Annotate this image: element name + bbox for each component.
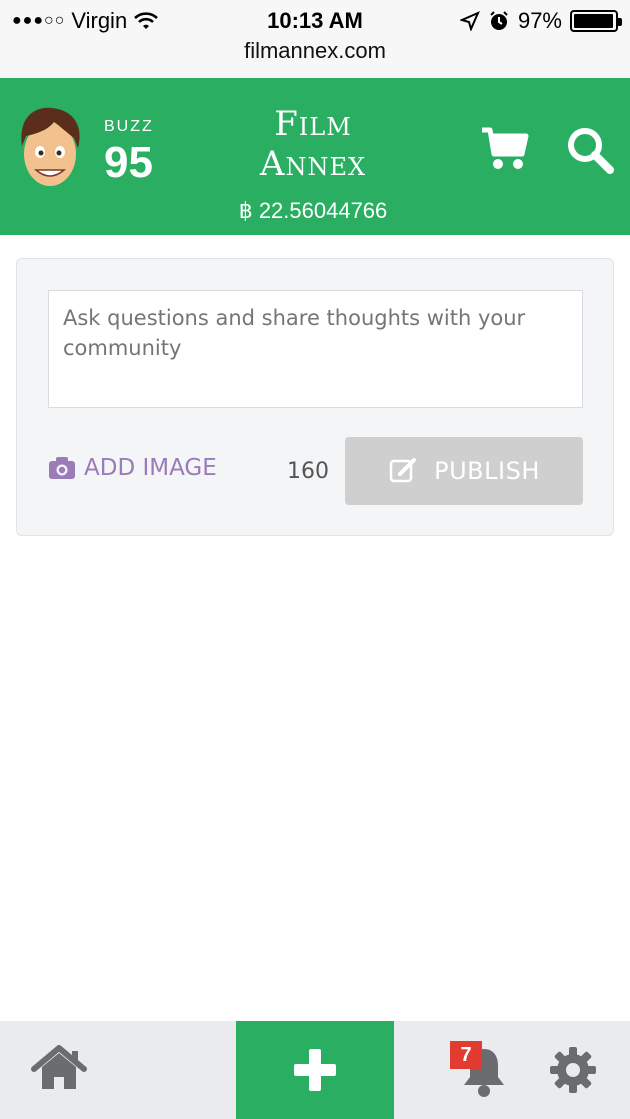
edit-icon <box>389 458 417 483</box>
battery-percent: 97% <box>517 8 562 33</box>
logo-text: Film Annex <box>259 104 367 184</box>
notification-badge: 7 <box>450 1041 482 1069</box>
publish-label: PUBLISH <box>434 457 540 485</box>
film-annex-logo[interactable]: Film Annex ฿ 22.56044766 <box>220 104 406 224</box>
gear-icon[interactable] <box>548 1045 598 1095</box>
status-bar: ●●●○○ Virgin 10:13 AM 97% filmannex.com <box>0 0 630 78</box>
publish-button[interactable]: PUBLISH <box>345 437 583 505</box>
app-header: BUZZ 95 Film Annex ฿ 22.56044766 <box>0 78 630 235</box>
bitcoin-balance: ฿ 22.56044766 <box>238 198 388 223</box>
bottom-nav: 7 <box>0 1021 630 1119</box>
plus-icon <box>294 1049 336 1091</box>
camera-icon <box>49 457 75 479</box>
battery-fill <box>574 14 613 28</box>
add-image-label: ADD IMAGE <box>84 455 217 481</box>
battery-icon <box>570 10 622 32</box>
buzz-label: BUZZ <box>104 118 154 135</box>
add-image-button[interactable]: ADD IMAGE <box>48 455 217 481</box>
location-arrow-icon <box>459 11 480 31</box>
buzz-value: 95 <box>104 138 153 187</box>
url-bar[interactable]: filmannex.com <box>0 38 630 64</box>
character-counter: 160 <box>287 459 329 484</box>
post-input[interactable] <box>48 290 583 408</box>
buzz-score: BUZZ 95 <box>104 118 154 188</box>
avatar[interactable] <box>14 104 86 192</box>
post-composer: ADD IMAGE 160 PUBLISH <box>16 258 614 536</box>
cart-icon[interactable] <box>480 126 530 170</box>
home-icon[interactable] <box>30 1045 88 1091</box>
alarm-icon <box>490 11 508 30</box>
new-post-button[interactable] <box>236 1021 394 1119</box>
search-icon[interactable] <box>566 126 614 174</box>
